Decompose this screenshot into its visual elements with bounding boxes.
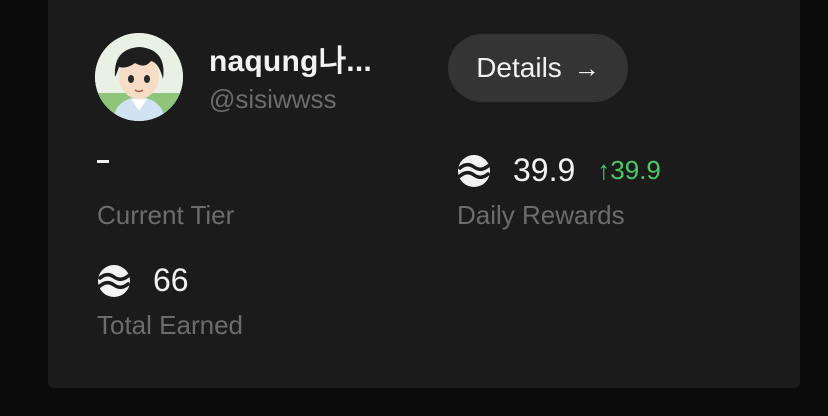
total-earned-label: Total Earned	[97, 310, 243, 340]
current-tier-value	[97, 160, 109, 163]
current-tier-label: Current Tier	[97, 200, 235, 230]
token-icon	[98, 264, 130, 297]
avatar-image	[95, 33, 183, 121]
details-button-label: Details	[476, 52, 562, 83]
page: naqung나... @sisiwwss Details → - Current…	[0, 0, 828, 416]
arrow-right-icon: →	[573, 53, 600, 83]
total-earned-row: 66	[97, 262, 189, 299]
daily-rewards-value: 39.9	[513, 152, 576, 188]
daily-rewards-row: 39.9 ↑39.9	[457, 152, 661, 189]
user-handle: @sisiwwss	[209, 84, 337, 114]
token-icon	[458, 154, 490, 187]
total-earned-value: 66	[153, 262, 189, 298]
daily-rewards-label: Daily Rewards	[457, 200, 625, 230]
details-button[interactable]: Details →	[448, 34, 628, 102]
profile-card: naqung나... @sisiwwss Details → - Current…	[48, 0, 800, 388]
daily-rewards-change: ↑39.9	[597, 155, 661, 185]
username: naqung나...	[209, 45, 372, 78]
avatar[interactable]	[95, 33, 183, 121]
